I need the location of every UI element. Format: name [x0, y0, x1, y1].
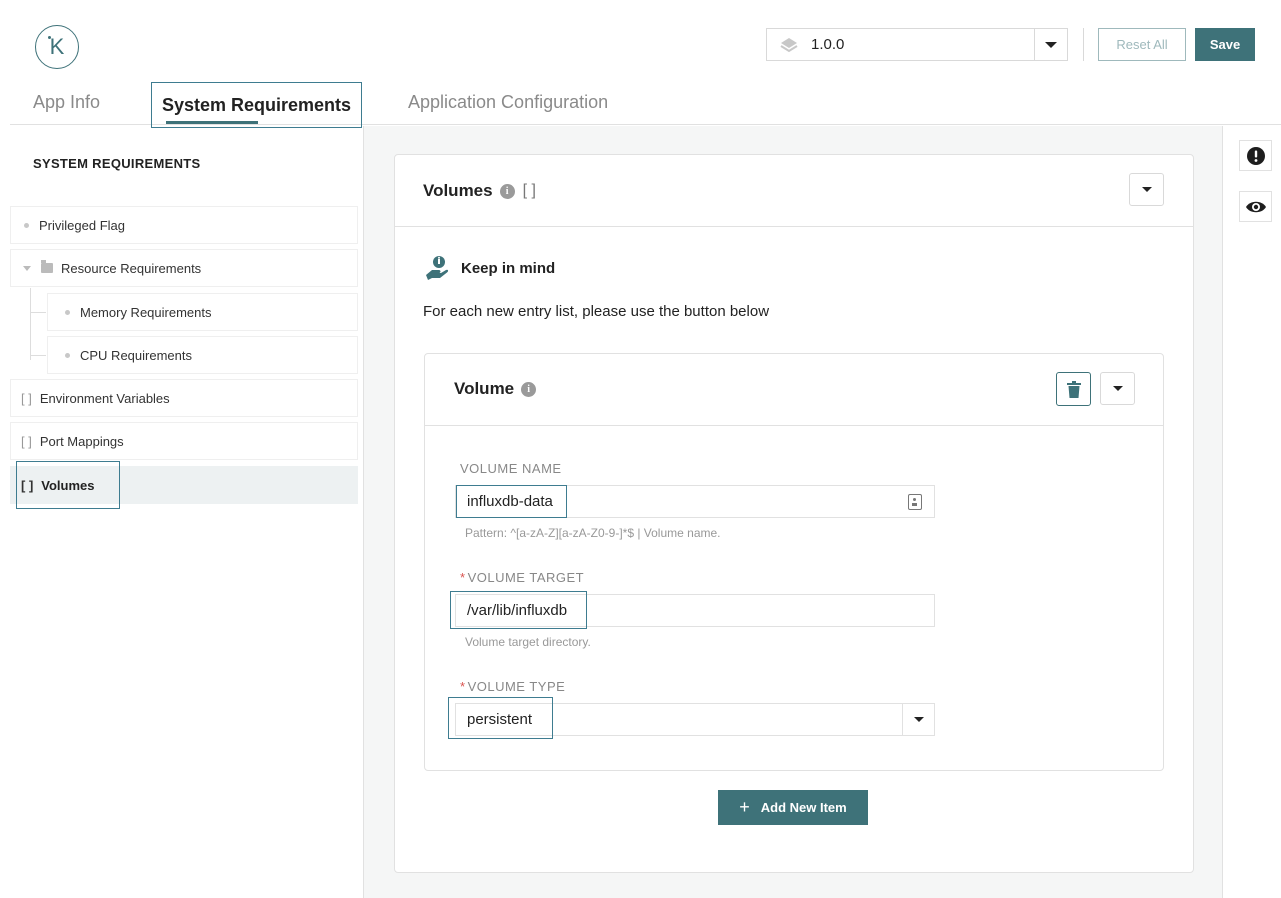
array-marker: [ ] — [522, 182, 536, 199]
active-tab-indicator — [166, 121, 258, 124]
version-dropdown-toggle[interactable] — [1034, 29, 1067, 60]
card-header: Volumes i [ ] — [395, 155, 1193, 227]
info-icon[interactable]: i — [499, 183, 515, 199]
add-new-item-label: Add New Item — [760, 800, 847, 815]
volumes-card: Volumes i [ ] Keep in mind For each new … — [394, 154, 1194, 873]
volume-item-header: Volume i — [425, 354, 1163, 426]
chevron-down-icon — [1112, 386, 1123, 391]
sidebar-item-memory-requirements[interactable]: Memory Requirements — [47, 293, 358, 331]
sidebar-item-label: Memory Requirements — [80, 304, 212, 320]
tree-connector — [30, 355, 46, 356]
sidebar-item-label: Port Mappings — [39, 433, 124, 449]
chevron-down-icon — [1045, 41, 1057, 48]
trash-icon — [1066, 380, 1081, 398]
version-select[interactable]: 1.0.0 — [766, 28, 1068, 61]
focus-highlight — [456, 485, 567, 518]
volume-target-label: * VOLUME TARGET — [460, 570, 584, 585]
tab-system-requirements[interactable]: System Requirements — [151, 82, 362, 128]
volume-target-help: Volume target directory. — [465, 635, 591, 649]
selection-highlight — [16, 461, 120, 509]
delete-volume-button[interactable] — [1056, 372, 1091, 406]
logo-letter: K — [49, 34, 65, 59]
volume-type-dropdown-toggle[interactable] — [902, 704, 934, 735]
exclamation-circle-icon — [1246, 146, 1265, 165]
eye-icon — [1245, 201, 1266, 212]
chevron-down-icon — [1141, 187, 1152, 192]
sidebar-item-resource-requirements[interactable]: Resource Requirements — [10, 249, 358, 287]
version-value: 1.0.0 — [811, 36, 845, 53]
contact-card-icon — [908, 494, 922, 510]
card-title: Volumes i [ ] — [423, 181, 536, 201]
keep-in-mind-heading: Keep in mind — [425, 255, 555, 281]
sidebar-item-label: Environment Variables — [39, 390, 170, 406]
tab-application-configuration[interactable]: Application Configuration — [408, 80, 608, 125]
volume-name-help: Pattern: ^[a-zA-Z][a-zA-Z0-9-]*$ | Volum… — [465, 526, 721, 540]
keep-in-mind-title: Keep in mind — [461, 259, 556, 277]
header-divider — [1083, 28, 1084, 61]
app-logo[interactable]: K — [35, 25, 79, 69]
array-marker: [ ] — [21, 433, 32, 449]
tab-label: System Requirements — [161, 94, 352, 115]
right-rail — [1222, 126, 1281, 898]
volume-item-title-text: Volume — [454, 379, 515, 398]
plus-icon: + — [739, 797, 750, 817]
volume-target-label-text: VOLUME TARGET — [467, 570, 585, 585]
sidebar-item-environment-variables[interactable]: [ ] Environment Variables — [10, 379, 358, 417]
sidebar-item-label: Resource Requirements — [61, 260, 202, 276]
card-title-text: Volumes — [423, 181, 493, 200]
required-marker: * — [460, 570, 466, 585]
bullet-icon — [65, 352, 70, 358]
volume-collapse-button[interactable] — [1100, 372, 1135, 405]
required-marker: * — [460, 679, 466, 694]
volume-item-title: Volume i — [454, 379, 537, 399]
hand-info-icon — [426, 256, 449, 280]
focus-highlight — [448, 697, 553, 739]
bullet-icon — [24, 222, 29, 228]
add-new-item-button[interactable]: + Add New Item — [718, 790, 868, 825]
sidebar-item-cpu-requirements[interactable]: CPU Requirements — [47, 336, 358, 374]
info-icon[interactable]: i — [521, 381, 537, 397]
caret-down-icon[interactable] — [23, 265, 31, 271]
sidebar-item-port-mappings[interactable]: [ ] Port Mappings — [10, 422, 358, 460]
reset-all-button[interactable]: Reset All — [1098, 28, 1186, 61]
volume-item: Volume i VOLUME NAME influxdb-data Patte… — [424, 353, 1164, 771]
folder-icon — [41, 260, 53, 273]
errors-button[interactable] — [1239, 140, 1272, 171]
volume-type-label-text: VOLUME TYPE — [467, 679, 566, 694]
sidebar-item-privileged-flag[interactable]: Privileged Flag — [10, 206, 358, 244]
card-collapse-button[interactable] — [1129, 173, 1164, 206]
volume-name-label: VOLUME NAME — [460, 461, 562, 476]
preview-button[interactable] — [1239, 191, 1272, 222]
bullet-icon — [65, 309, 70, 315]
sidebar-item-label: CPU Requirements — [80, 347, 192, 363]
layers-icon — [780, 37, 798, 52]
volume-type-label: * VOLUME TYPE — [460, 679, 565, 694]
sidebar-item-label: Privileged Flag — [39, 217, 125, 233]
tree-connector — [30, 288, 31, 360]
tab-app-info[interactable]: App Info — [33, 80, 100, 125]
chevron-down-icon — [913, 717, 924, 722]
array-marker: [ ] — [21, 390, 32, 406]
sidebar-title: SYSTEM REQUIREMENTS — [33, 156, 201, 171]
main-tabs: App Info System Requirements Application… — [10, 80, 1281, 128]
save-button[interactable]: Save — [1195, 28, 1255, 61]
tree-connector — [30, 312, 46, 313]
focus-highlight — [450, 591, 587, 629]
keep-in-mind-text: For each new entry list, please use the … — [423, 303, 770, 320]
